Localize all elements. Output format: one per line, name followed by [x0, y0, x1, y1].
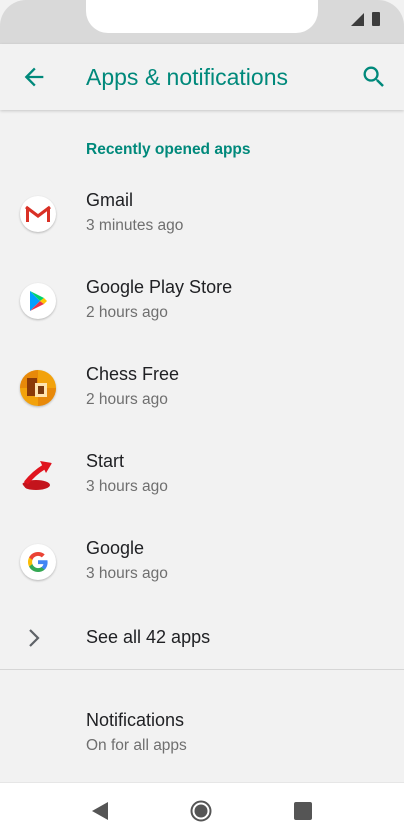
divider [0, 669, 404, 670]
app-row-start[interactable]: Start 3 hours ago [0, 437, 404, 517]
see-all-apps-label: See all 42 apps [86, 627, 211, 647]
app-last-opened: 3 hours ago [86, 478, 168, 495]
gmail-icon [20, 196, 56, 232]
app-name: Google Play Store [86, 277, 233, 297]
app-row-google[interactable]: Google 3 hours ago [0, 524, 404, 604]
app-last-opened: 3 minutes ago [86, 217, 184, 234]
app-last-opened: 3 hours ago [86, 565, 168, 582]
app-row-play-store[interactable]: Google Play Store 2 hours ago [0, 263, 404, 343]
nav-recents-icon[interactable] [294, 802, 312, 820]
app-last-opened: 2 hours ago [86, 391, 168, 408]
page-title: Apps & notifications [86, 64, 289, 90]
arrow-back-icon[interactable] [20, 63, 48, 91]
app-name: Gmail [86, 190, 134, 210]
see-all-apps-button[interactable]: See all 42 apps [0, 612, 404, 668]
chess-icon [20, 370, 56, 406]
app-row-chess-free[interactable]: Chess Free 2 hours ago [0, 350, 404, 430]
search-icon[interactable] [360, 63, 388, 91]
navigation-bar [0, 782, 404, 840]
chevron-right-icon [29, 629, 40, 647]
nav-home-icon[interactable] [190, 800, 212, 822]
google-icon [20, 544, 56, 580]
app-last-opened: 2 hours ago [86, 304, 168, 321]
battery-icon [372, 12, 380, 26]
status-bar [0, 0, 404, 44]
status-icons [351, 12, 380, 26]
app-name: Google [86, 538, 145, 558]
notifications-item[interactable]: Notifications On for all apps [0, 700, 404, 770]
notifications-title: Notifications [86, 710, 185, 730]
app-name: Chess Free [86, 364, 180, 384]
app-name: Start [86, 451, 125, 471]
signal-icon [351, 13, 364, 26]
app-bar: Apps & notifications [0, 44, 404, 110]
play-store-icon [20, 283, 56, 319]
nav-back-icon[interactable] [91, 801, 109, 821]
app-row-gmail[interactable]: Gmail 3 minutes ago [0, 176, 404, 256]
notifications-subtitle: On for all apps [86, 737, 187, 754]
section-header-recent-apps: Recently opened apps [86, 141, 251, 158]
display-notch [86, 0, 318, 33]
start-icon [20, 457, 56, 493]
